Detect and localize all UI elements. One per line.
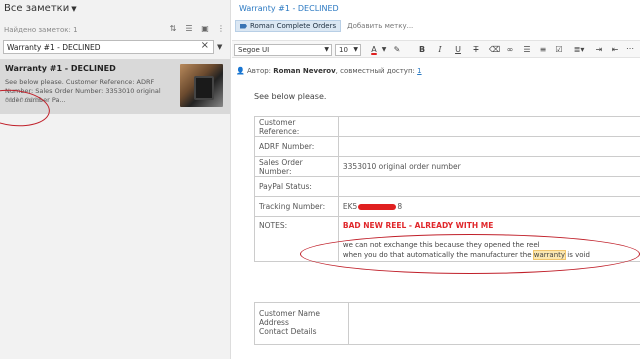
more-icon[interactable]: ⋮ (216, 24, 226, 34)
sidebar-toolbar: ⇅ ☰ ▣ ⋮ (168, 24, 226, 34)
notebook-selector[interactable]: Все заметки ▼ (4, 3, 77, 14)
cell-label[interactable]: Tracking Number: (254, 196, 339, 217)
text-color-dropdown-icon[interactable]: ▼ (381, 43, 387, 56)
customer-table: Customer Name Address Contact Details (254, 302, 640, 345)
numbered-list-icon[interactable]: ≡ (538, 43, 548, 56)
tracking-prefix: EK5 (342, 202, 358, 211)
sort-icon[interactable]: ⇅ (168, 24, 178, 34)
address-label: Address (259, 318, 289, 327)
table-row: Tracking Number: EK5 8 (254, 196, 640, 217)
note-item-thumbnail (180, 64, 223, 107)
underline-icon[interactable]: U (453, 43, 463, 56)
text-color-button[interactable]: A (368, 43, 380, 56)
search-options-dropdown-icon[interactable]: ▼ (217, 43, 222, 51)
tag-chip[interactable]: Roman Complete Orders (235, 20, 342, 32)
cell-value[interactable]: EK5 8 (337, 196, 640, 217)
chevron-down-icon: ▼ (324, 46, 329, 53)
italic-icon[interactable]: I (435, 43, 445, 56)
shared-count[interactable]: 1 (417, 67, 421, 75)
cell-label[interactable]: PayPal Status: (254, 176, 339, 197)
outdent-icon[interactable]: ⇤ (610, 43, 620, 56)
notes-sidebar: Все заметки ▼ Найдено заметок: 1 ⇅ ☰ ▣ ⋮ … (0, 0, 231, 359)
font-size-value: 10 (339, 46, 348, 54)
notes-headline: BAD NEW REEL - ALREADY WITH ME (342, 221, 494, 230)
cell-value[interactable] (337, 136, 640, 157)
notes-count: Найдено заметок: 1 (4, 26, 78, 34)
caret-down-icon: ▼ (71, 5, 77, 13)
font-size-select[interactable]: 10 ▼ (335, 44, 361, 56)
search-input[interactable] (4, 41, 194, 53)
note-intro[interactable]: See below please. (254, 92, 326, 101)
tracking-suffix: 8 (397, 202, 403, 211)
cell-label[interactable]: ADRF Number: (254, 136, 339, 157)
checklist-icon[interactable]: ☑ (554, 43, 564, 56)
cell-value[interactable] (337, 116, 640, 137)
cell-label[interactable]: Sales Order Number: (254, 156, 339, 177)
list-view-icon[interactable]: ☰ (184, 24, 194, 34)
note-item-title: Warranty #1 - DECLINED (5, 64, 116, 73)
cell-label[interactable]: Customer Reference: (254, 116, 339, 137)
table-row: PayPal Status: (254, 176, 640, 197)
bold-icon[interactable]: B (417, 43, 427, 56)
author-label: Автор: (246, 67, 272, 75)
table-row: Customer Name Address Contact Details (254, 302, 640, 345)
table-row: Customer Reference: (254, 116, 640, 137)
tag-bar: Roman Complete Orders Добавить метку... (235, 20, 413, 32)
font-family-select[interactable]: Segoe UI ▼ (234, 44, 332, 56)
cell-value[interactable] (337, 176, 640, 197)
annotation-circle (300, 234, 640, 274)
chevron-down-icon: ▼ (353, 46, 358, 53)
redaction-mark (358, 204, 397, 210)
font-family-value: Segoe UI (238, 46, 270, 54)
tag-label: Roman Complete Orders (250, 22, 337, 30)
note-title[interactable]: Warranty #1 - DECLINED (239, 4, 339, 13)
shared-label: , совместный доступ: (335, 67, 415, 75)
customer-name-label: Customer Name (259, 309, 320, 318)
cell-value[interactable]: 3353010 original order number (337, 156, 640, 177)
author-line: 👤 Автор: Roman Neverov, совместный досту… (236, 67, 422, 75)
tag-filter-icon[interactable]: ▣ (200, 24, 210, 34)
tag-icon (240, 23, 247, 29)
author-name[interactable]: Roman Neverov (273, 67, 335, 75)
highlight-icon[interactable]: ✎ (392, 43, 402, 56)
table-row: ADRF Number: (254, 136, 640, 157)
add-tag-input[interactable]: Добавить метку... (347, 22, 413, 30)
search-box: × (3, 40, 214, 54)
note-editor: Warranty #1 - DECLINED Roman Complete Or… (232, 0, 640, 359)
clear-search-icon[interactable]: × (201, 40, 209, 51)
cell-value[interactable] (348, 302, 640, 345)
notebook-title: Все заметки (4, 3, 70, 14)
align-icon[interactable]: ≣▾ (572, 43, 586, 56)
author-icon: 👤 (236, 67, 245, 75)
link-icon[interactable]: ∞ (505, 43, 515, 56)
strikethrough-icon[interactable]: T (471, 43, 481, 56)
formatting-toolbar: Segoe UI ▼ 10 ▼ A ▼ ✎ B I U T ⌫ ∞ ☰ ≡ ☑ … (232, 40, 640, 58)
table-row: Sales Order Number: 3353010 original ord… (254, 156, 640, 177)
app-window: Все заметки ▼ Найдено заметок: 1 ⇅ ☰ ▣ ⋮ … (0, 0, 640, 359)
contact-details-label: Contact Details (259, 327, 317, 336)
bullet-list-icon[interactable]: ☰ (522, 43, 532, 56)
eraser-icon[interactable]: ⌫ (489, 43, 500, 56)
more-options-icon[interactable]: ⋯ (626, 44, 634, 53)
indent-icon[interactable]: ⇥ (594, 43, 604, 56)
cell-label[interactable]: Customer Name Address Contact Details (254, 302, 349, 345)
